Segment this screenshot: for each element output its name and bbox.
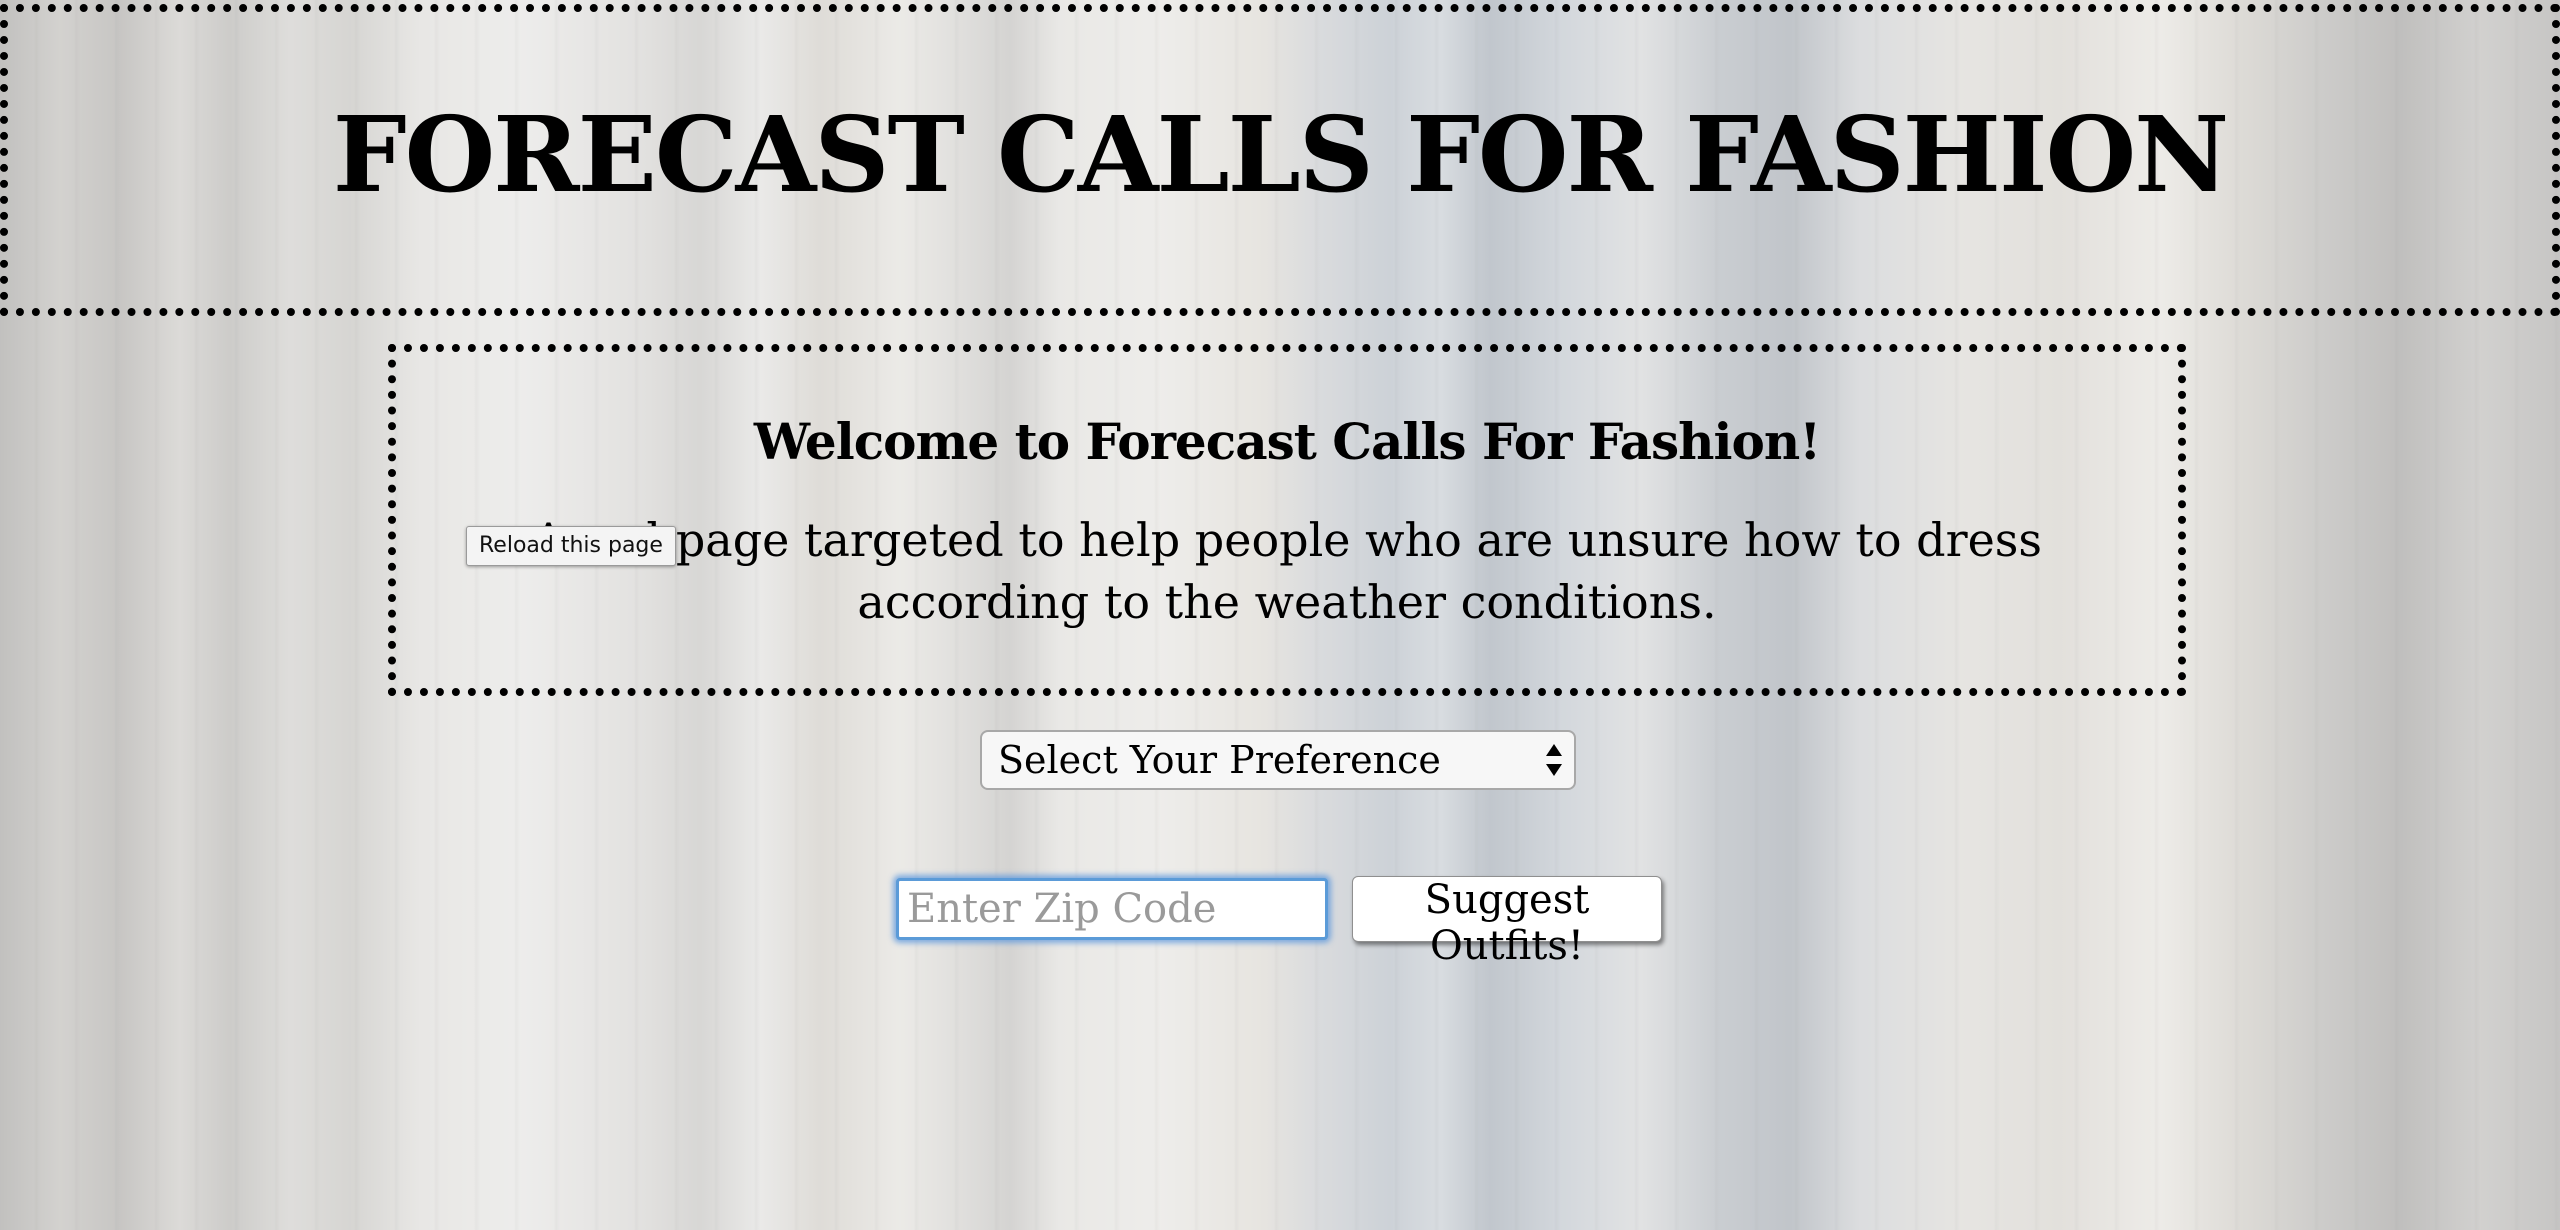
site-title: FORECAST CALLS FOR FASHION [332,92,2229,216]
welcome-heading: Welcome to Forecast Calls For Fashion! [753,412,1821,471]
intro-box: Welcome to Forecast Calls For Fashion! A… [388,344,2186,696]
zip-code-input[interactable] [896,878,1328,940]
preference-select[interactable]: Select Your Preference [980,730,1576,790]
up-down-arrows-icon [1546,744,1562,776]
reload-tooltip: Reload this page [466,526,676,566]
preference-select-value: Select Your Preference [998,738,1441,782]
suggest-outfits-button[interactable]: Suggest Outfits! [1352,876,1662,969]
intro-description: A webpage targeted to help people who ar… [531,513,2043,629]
header-banner: FORECAST CALLS FOR FASHION [0,4,2560,316]
